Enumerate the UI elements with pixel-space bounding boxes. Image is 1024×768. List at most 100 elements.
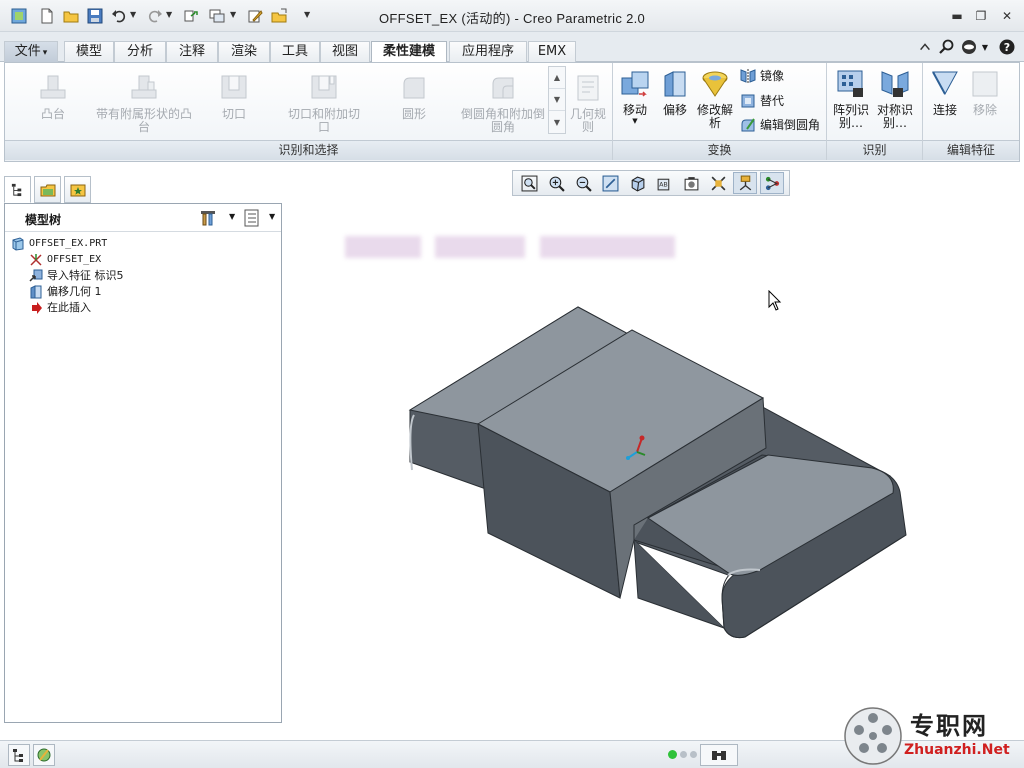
edit-round-button[interactable]: 编辑倒圆角 [740, 115, 820, 135]
part-model-3d[interactable] [400, 300, 912, 645]
mirror-label: 镜像 [760, 69, 785, 83]
tab-analysis[interactable]: 分析 [114, 41, 166, 62]
model-tree-title: 模型树 [25, 213, 62, 227]
minimize-ribbon-icon[interactable] [916, 38, 934, 56]
tab-flexible-modeling[interactable]: 柔性建模 [371, 41, 447, 63]
soccer-ball-logo-icon [844, 707, 902, 765]
spin-center-icon[interactable] [733, 172, 757, 194]
remove-label: 移除 [972, 103, 997, 117]
attach-label: 连接 [932, 103, 957, 117]
refit-icon[interactable] [517, 172, 541, 194]
tree-item-part[interactable]: OFFSET_EX.PRT [11, 236, 107, 252]
find-icon[interactable] [700, 744, 738, 766]
settings-icon[interactable] [199, 209, 219, 230]
boss-label: 凸台 [40, 107, 65, 121]
tree-item-insert-here[interactable]: 在此插入 [29, 300, 91, 316]
modify-analytic-label: 修改解析 [696, 103, 733, 130]
annotation-display-icon[interactable] [760, 172, 784, 194]
gallery-scroll-down-icon[interactable]: ▼ [549, 89, 565, 111]
mirror-button[interactable]: 镜像 [740, 66, 784, 86]
remove-icon [972, 71, 998, 97]
tree-item-label: 导入特征 标识5 [47, 269, 124, 282]
tab-tools[interactable]: 工具 [270, 41, 320, 62]
cut-label: 切口 [221, 107, 246, 121]
tab-file-label: 文件 [14, 44, 41, 59]
round-button[interactable]: 圆形 [384, 72, 444, 121]
symmetry-recognize-icon [881, 71, 909, 97]
show-navigator-icon[interactable] [8, 744, 30, 766]
group-edit-features-label: 编辑特征 [923, 140, 1019, 160]
tab-emx[interactable]: EMX [528, 41, 576, 62]
view-manager-icon[interactable] [679, 172, 703, 194]
community-icon[interactable] [960, 38, 978, 56]
group-transform-label: 变换 [613, 140, 826, 160]
attach-button[interactable]: 连接 [926, 68, 964, 117]
gallery-scroll-up-icon[interactable]: ▲ [549, 67, 565, 89]
geometry-rule-button[interactable]: 几何规则 [568, 72, 608, 134]
substitute-label: 替代 [760, 94, 785, 108]
round-attached-button[interactable]: 倒圆角和附加倒圆角 [460, 72, 546, 134]
tab-render[interactable]: 渲染 [218, 41, 270, 62]
saved-orientations-icon[interactable]: AB [652, 172, 676, 194]
tree-item-label: 在此插入 [47, 301, 91, 314]
datum-display-icon[interactable] [706, 172, 730, 194]
tree-item-import-feature[interactable]: 导入特征 标识5 [29, 268, 124, 284]
show-browser-icon[interactable] [33, 744, 55, 766]
attach-icon [932, 71, 958, 96]
cut-icon [221, 75, 247, 99]
substitute-icon [741, 94, 755, 108]
favorites-tab[interactable] [64, 176, 91, 203]
watermark-title: 专职网 [910, 711, 988, 740]
pattern-recognize-icon [837, 70, 863, 97]
model-tree-tab[interactable] [4, 176, 31, 203]
tree-item-offset-geometry[interactable]: 偏移几何 1 [29, 284, 102, 300]
tab-file[interactable]: 文件 ▾ [4, 41, 58, 62]
boss-attached-button[interactable]: 带有附属形状的凸台 [96, 72, 192, 134]
symmetry-recognize-button[interactable]: 对称识别… [874, 68, 916, 130]
pattern-recognize-button[interactable]: 阵列识别… [830, 68, 872, 130]
tree-item-csys[interactable]: OFFSET_EX [29, 252, 101, 268]
folder-browser-tab[interactable] [34, 176, 61, 203]
search-icon[interactable] [938, 38, 956, 56]
remove-button[interactable]: 移除 [966, 68, 1004, 117]
substitute-button[interactable]: 替代 [740, 91, 784, 111]
modify-analytic-button[interactable]: 修改解析 [696, 68, 734, 130]
display-style-icon[interactable] [625, 172, 649, 194]
zoom-in-icon[interactable] [544, 172, 568, 194]
cut-attached-label: 切口和附加切口 [287, 107, 360, 134]
move-dropdown-icon[interactable]: ▼ [616, 117, 654, 125]
restore-icon[interactable]: ❐ [972, 8, 990, 24]
watermark: 专职网 Zhuanzhi.Net [842, 704, 1022, 768]
boss-attached-label: 带有附属形状的凸台 [96, 107, 193, 134]
tab-view[interactable]: 视图 [320, 41, 370, 62]
tab-applications[interactable]: 应用程序 [449, 41, 527, 62]
symmetry-recognize-label: 对称识别… [876, 103, 913, 130]
move-label: 移动 [622, 103, 647, 117]
tab-annotate[interactable]: 注释 [166, 41, 218, 62]
csys-icon [30, 254, 42, 266]
offset-icon [664, 71, 686, 97]
offset-button[interactable]: 偏移 [658, 68, 692, 117]
show-list-icon[interactable] [243, 209, 261, 230]
show-dropdown-icon[interactable]: ▼ [269, 212, 275, 221]
repaint-icon[interactable] [598, 172, 622, 194]
cut-attached-button[interactable]: 切口和附加切口 [284, 72, 364, 134]
gallery-expand-icon[interactable]: ▼ [549, 111, 565, 133]
help-icon[interactable]: ? [998, 38, 1016, 56]
chevron-down-icon: ▾ [42, 48, 48, 58]
title-bar: ▼ ▼ ▼ ▼ OFFSET_EX (活动的) - Creo Parametri… [0, 0, 1024, 32]
boss-button[interactable]: 凸台 [22, 72, 84, 121]
gallery-scroll[interactable]: ▲ ▼ ▼ [548, 66, 566, 134]
minimize-icon[interactable]: ▬ [948, 8, 966, 24]
close-icon[interactable]: ✕ [998, 8, 1016, 24]
settings-dropdown-icon[interactable]: ▼ [229, 212, 235, 221]
edit-round-icon [741, 118, 755, 132]
move-button[interactable]: 移动 ▼ [616, 68, 654, 125]
round-attached-label: 倒圆角和附加倒圆角 [460, 107, 545, 134]
import-feature-icon [29, 269, 43, 282]
tab-model[interactable]: 模型 [64, 41, 114, 62]
community-dropdown-icon[interactable]: ▼ [980, 38, 990, 56]
mirror-icon [740, 69, 756, 83]
zoom-out-icon[interactable] [571, 172, 595, 194]
cut-button[interactable]: 切口 [204, 72, 264, 121]
